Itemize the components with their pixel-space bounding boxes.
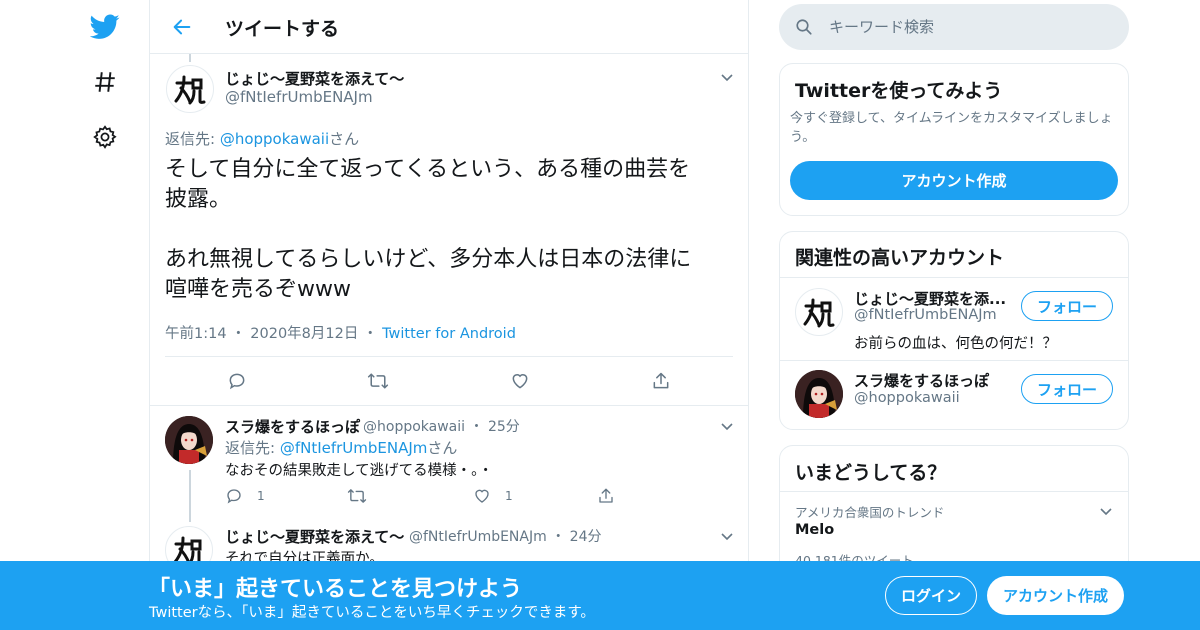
card-description: 今すぐ登録して、タイムラインをカスタマイズしましょう。 bbox=[790, 111, 1113, 145]
share-icon[interactable] bbox=[650, 370, 672, 392]
card-title: Twitterを使ってみよう bbox=[795, 80, 1003, 102]
reply-author-name[interactable]: じょじ～夏野菜を添えて～ bbox=[225, 526, 404, 547]
divider bbox=[780, 277, 1128, 278]
chevron-down-icon[interactable] bbox=[719, 69, 735, 85]
page-title: ツイートする bbox=[225, 18, 340, 40]
twitter-bird-icon[interactable] bbox=[90, 12, 120, 42]
divider bbox=[780, 360, 1128, 361]
reply-context: 返信先: @fNtIefrUmbENAJmさん bbox=[225, 437, 457, 458]
chevron-down-icon[interactable] bbox=[719, 418, 735, 434]
gear-icon[interactable] bbox=[90, 122, 120, 152]
chevron-down-icon[interactable] bbox=[719, 528, 735, 544]
reply-handle-link[interactable]: @hoppokawaii bbox=[220, 130, 329, 148]
divider bbox=[150, 405, 748, 406]
reply-handle-link[interactable]: @fNtIefrUmbENAJm bbox=[280, 439, 428, 457]
avatar[interactable] bbox=[165, 416, 213, 464]
tweet-text-line bbox=[165, 215, 740, 245]
search-icon bbox=[795, 18, 813, 36]
account-bio: お前らの血は、何色の何だ！？ bbox=[854, 336, 1057, 352]
divider bbox=[780, 491, 1128, 492]
reply-author-name[interactable]: スラ爆をするほっぽ bbox=[225, 416, 360, 437]
like-action[interactable]: 1 bbox=[473, 487, 513, 505]
reply-context: 返信先: @hoppokawaiiさん bbox=[165, 128, 359, 149]
hashtag-icon[interactable] bbox=[90, 67, 120, 97]
create-account-button[interactable]: アカウント作成 bbox=[790, 161, 1118, 200]
main-column: ツイートする じょじ～夏野菜を添えて～ @fNtIefrUmbENAJm 返信先… bbox=[149, 0, 749, 630]
account-handle[interactable]: @hoppokawaii bbox=[854, 390, 960, 406]
reply-prefix: 返信先: bbox=[165, 130, 220, 148]
divider bbox=[165, 356, 733, 357]
search-box bbox=[779, 4, 1129, 50]
meta-separator: ・ bbox=[551, 529, 566, 545]
reply-count: 1 bbox=[257, 489, 265, 503]
author-name[interactable]: じょじ～夏野菜を添えて～ bbox=[225, 68, 404, 89]
meta-separator: ・ bbox=[469, 419, 484, 435]
tweet-date[interactable]: 2020年8月12日 bbox=[250, 326, 358, 342]
tweet-text-line: そして自分に全て返ってくるという、ある種の曲芸を bbox=[165, 157, 691, 182]
reply-age[interactable]: 24分 bbox=[570, 529, 602, 545]
account-handle[interactable]: @fNtIefrUmbENAJm bbox=[854, 307, 997, 323]
reply-prefix: 返信先: bbox=[225, 439, 280, 457]
tweet-meta: 午前1:14 ・ 2020年8月12日 ・ Twitter for Androi… bbox=[165, 322, 516, 343]
reply-author-handle[interactable]: @fNtIefrUmbENAJm bbox=[409, 529, 547, 545]
avatar[interactable] bbox=[795, 288, 843, 336]
follow-button[interactable]: フォロー bbox=[1021, 374, 1113, 404]
tweet-text-line: 喧嘩を売るぞwww bbox=[165, 277, 351, 302]
tweet-text: そして自分に全て返ってくるという、ある種の曲芸を 披露。 あれ無視してるらしいけ… bbox=[165, 155, 740, 305]
reply-meta: @hoppokawaii ・ 25分 bbox=[363, 416, 520, 436]
card-title: 関連性の高いアカウント bbox=[795, 247, 1005, 269]
share-icon bbox=[599, 488, 613, 503]
reply-icon bbox=[227, 489, 241, 504]
retweet-action[interactable] bbox=[347, 487, 367, 505]
reply-author-handle[interactable]: @hoppokawaii bbox=[363, 419, 465, 435]
signup-card: Twitterを使ってみよう 今すぐ登録して、タイムラインをカスタマイズしましょ… bbox=[779, 63, 1129, 216]
reply-icon[interactable] bbox=[226, 370, 248, 392]
tweet-time[interactable]: 午前1:14 bbox=[165, 326, 227, 342]
reply-age[interactable]: 25分 bbox=[488, 419, 520, 435]
signup-button[interactable]: アカウント作成 bbox=[987, 576, 1124, 615]
reply-action[interactable]: 1 bbox=[225, 487, 265, 505]
login-button[interactable]: ログイン bbox=[885, 576, 977, 615]
share-action[interactable] bbox=[597, 487, 615, 505]
banner-title: 「いま」起きていることを見つけよう bbox=[148, 577, 523, 602]
heart-icon bbox=[475, 489, 489, 503]
retweet-icon bbox=[347, 489, 367, 503]
avatar[interactable] bbox=[166, 65, 214, 113]
retweet-icon[interactable] bbox=[367, 370, 389, 392]
avatar[interactable] bbox=[795, 370, 843, 418]
arrow-left-icon[interactable] bbox=[168, 13, 196, 41]
reply-meta: @fNtIefrUmbENAJm ・ 24分 bbox=[409, 526, 602, 546]
trend-context: アメリカ合衆国のトレンド bbox=[795, 505, 945, 520]
signup-banner: 「いま」起きていることを見つけよう Twitterなら、「いま」起きていることを… bbox=[0, 561, 1200, 630]
heart-icon[interactable] bbox=[509, 370, 531, 392]
tweet-source[interactable]: Twitter for Android bbox=[382, 326, 516, 342]
follow-button[interactable]: フォロー bbox=[1021, 291, 1113, 321]
account-name[interactable]: スラ爆をするほっぽ bbox=[854, 370, 989, 391]
tweet-text-line: 披露。 bbox=[165, 187, 232, 212]
page-header: ツイートする bbox=[150, 0, 748, 54]
reply-suffix: さん bbox=[427, 439, 458, 457]
reply-text: なおその結果敗走して逃げてる模様・。・ bbox=[225, 463, 493, 479]
left-nav bbox=[80, 0, 130, 630]
reply-suffix: さん bbox=[329, 130, 360, 148]
author-handle[interactable]: @fNtIefrUmbENAJm bbox=[225, 88, 373, 106]
search-input[interactable] bbox=[829, 4, 1109, 50]
account-name[interactable]: じょじ～夏野菜を添... bbox=[854, 288, 1006, 309]
trend-name[interactable]: Melo bbox=[795, 522, 834, 538]
thread-line bbox=[189, 54, 191, 62]
like-count: 1 bbox=[505, 489, 513, 503]
banner-subtitle: Twitterなら、「いま」起きていることをいち早くチェックできます。 bbox=[149, 605, 595, 621]
meta-separator: ・ bbox=[231, 326, 246, 342]
meta-separator: ・ bbox=[362, 326, 378, 342]
tweet-text-line: あれ無視してるらしいけど、多分本人は日本の法律に bbox=[165, 247, 692, 272]
chevron-down-icon[interactable] bbox=[1098, 503, 1114, 519]
card-title: いまどうしてる？ bbox=[795, 462, 947, 484]
related-accounts-card: 関連性の高いアカウント じょじ～夏野菜を添... @fNtIefrUmbENAJ… bbox=[779, 231, 1129, 430]
thread-line bbox=[189, 470, 191, 522]
